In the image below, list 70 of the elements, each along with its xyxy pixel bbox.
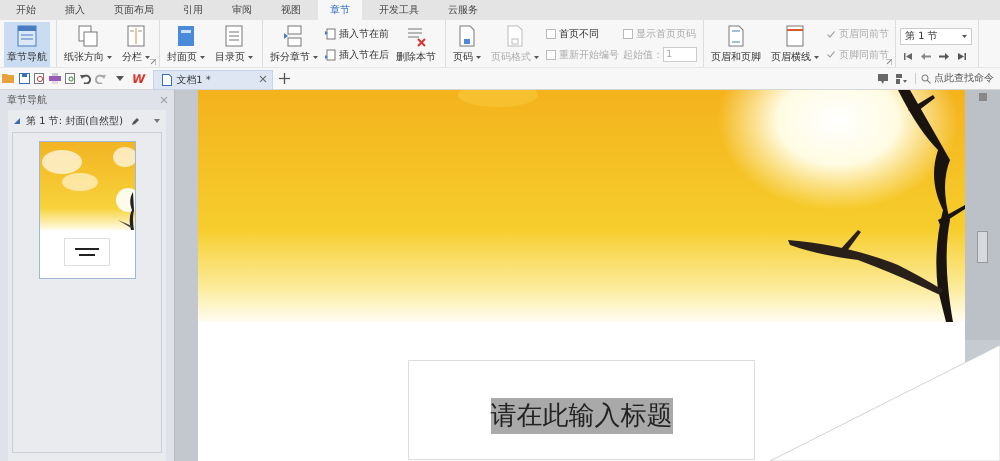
menu-tab[interactable]: 页面布局 [102, 0, 166, 20]
caret-icon [476, 56, 481, 59]
panel-title: 章节导航 [7, 94, 47, 107]
dialog-launcher-icon[interactable] [886, 59, 892, 65]
forward-arrow-icon[interactable] [939, 52, 949, 62]
menu-tab[interactable]: 引用 [171, 0, 215, 20]
ribbon-button[interactable]: 插入节在后 [325, 48, 389, 62]
ribbon-button[interactable]: 页码 [450, 22, 484, 67]
app-logo[interactable]: W [132, 72, 146, 86]
ribbon-button[interactable]: 纸张方向 [61, 22, 115, 67]
menu-tab[interactable]: 审阅 [220, 0, 264, 20]
ribbon-button[interactable]: 封面页 [164, 22, 208, 67]
ribbon-button[interactable]: 目录页 [212, 22, 256, 67]
dropdown-caret-icon[interactable] [154, 119, 160, 123]
first-icon[interactable] [904, 52, 913, 62]
ribbon-button[interactable]: 章节导航 [4, 22, 50, 67]
menu-tab[interactable]: 开发工具 [367, 0, 431, 20]
undo-icon[interactable] [80, 73, 91, 84]
contents-page-icon [223, 24, 245, 48]
caret-icon [145, 56, 150, 59]
ribbon-button[interactable]: 页眉和页脚 [708, 22, 764, 67]
section-dropdown[interactable]: 第 1 节 [900, 28, 972, 45]
pencil-icon[interactable] [131, 116, 140, 126]
ribbon-button[interactable]: 拆分章节 [267, 22, 321, 67]
dialog-launcher-icon[interactable] [150, 59, 156, 65]
check-icon [827, 30, 835, 38]
ribbon-button[interactable]: 删除本节 [393, 22, 439, 67]
caret-icon [107, 56, 112, 59]
ribbon-button[interactable]: 分栏 [119, 22, 153, 67]
add-tab-icon[interactable] [279, 73, 290, 84]
caret-icon [534, 56, 539, 59]
caret-icon [313, 56, 318, 59]
dropdown-caret-icon[interactable] [116, 76, 124, 81]
expand-triangle-icon[interactable] [14, 118, 20, 124]
menu-tab[interactable]: 章节 [318, 0, 362, 20]
document-tab[interactable]: 文档1 * [153, 70, 274, 90]
caret-icon [248, 56, 253, 59]
menu-tab[interactable]: 开始 [4, 0, 48, 20]
columns-icon [125, 24, 147, 48]
check-icon [827, 51, 835, 58]
close-icon[interactable] [259, 74, 268, 82]
comment-icon[interactable] [878, 74, 888, 84]
caret-icon [962, 34, 967, 38]
start-value-label: 起始值： [623, 48, 663, 62]
layout-icon[interactable] [896, 74, 907, 84]
ribbon-button[interactable]: 插入节在前 [325, 27, 389, 42]
vertical-scrollbar[interactable] [965, 90, 1000, 340]
menu-tab[interactable]: 云服务 [436, 0, 490, 20]
menu-tab[interactable]: 插入 [53, 0, 97, 20]
search-icon [921, 74, 931, 84]
insert-section-icon [325, 28, 336, 40]
navigation-pane-icon [16, 24, 38, 48]
cover-page-icon [175, 24, 197, 48]
print-icon[interactable] [49, 73, 61, 84]
page-thumbnail[interactable] [38, 141, 136, 279]
document-icon [162, 74, 172, 86]
save-icon[interactable] [19, 73, 30, 84]
search-field[interactable]: 点此查找命令 [915, 73, 1000, 84]
caret-icon [200, 56, 205, 59]
insert-section-icon [325, 48, 336, 61]
menu-tab[interactable]: 视图 [269, 0, 313, 20]
checkbox[interactable]: 首页不同 [546, 27, 619, 42]
caret-icon [814, 56, 819, 59]
section-item[interactable]: 第 1 节: 封面(自然型) [26, 114, 125, 128]
document-icon[interactable] [34, 73, 45, 84]
back-arrow-icon[interactable] [921, 52, 931, 62]
print-preview-icon[interactable] [65, 73, 76, 84]
last-icon[interactable] [957, 52, 966, 62]
pages-icon [77, 24, 99, 48]
ribbon-button[interactable]: 页眉横线 [768, 22, 822, 67]
